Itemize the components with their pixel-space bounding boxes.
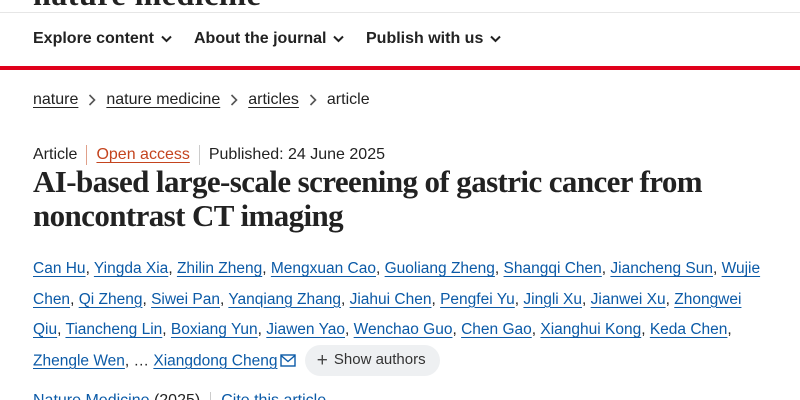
nav-label: Explore content	[33, 30, 154, 47]
nav-about-journal[interactable]: About the journal	[194, 30, 345, 48]
divider	[86, 145, 88, 165]
site-logo[interactable]: nature medicine	[33, 0, 261, 12]
chevron-down-icon	[333, 35, 345, 43]
top-nav: Explore content About the journal Publis…	[0, 12, 800, 67]
author-link[interactable]: Yanqiang Zhang	[228, 291, 341, 308]
cite-this-article-link[interactable]: Cite this article	[221, 392, 326, 400]
article-meta: Article Open access Published: 24 June 2…	[33, 145, 385, 165]
author-link[interactable]: Jingli Xu	[523, 291, 582, 308]
breadcrumb: nature nature medicine articles article	[33, 91, 370, 109]
accent-bar	[0, 66, 800, 70]
nav-label: Publish with us	[366, 30, 484, 47]
author-link[interactable]: Jiawen Yao	[266, 321, 345, 338]
divider	[210, 392, 212, 400]
published-date: Published: 24 June 2025	[208, 146, 385, 163]
breadcrumb-nature-medicine[interactable]: nature medicine	[106, 91, 220, 109]
author-link[interactable]: Boxiang Yun	[171, 321, 258, 338]
chevron-right-icon	[230, 94, 238, 106]
chevron-down-icon	[161, 35, 172, 43]
masthead: nature medicine	[0, 0, 800, 12]
journal-name[interactable]: Nature Medicine	[33, 392, 150, 400]
author-list: Can Hu, Yingda Xia, Zhilin Zheng, Mengxu…	[33, 254, 773, 379]
author-link[interactable]: Qi Zheng	[79, 291, 143, 308]
breadcrumb-current: article	[326, 91, 370, 108]
author-link[interactable]: Shangqi Chen	[504, 260, 602, 277]
article-title: AI-based large-scale screening of gastri…	[33, 164, 703, 233]
article-type: Article	[33, 146, 78, 163]
author-link[interactable]: Pengfei Yu	[440, 291, 515, 308]
author-link[interactable]: Yingda Xia	[94, 260, 168, 277]
breadcrumb-articles[interactable]: articles	[248, 91, 299, 109]
author-link[interactable]: Zhilin Zheng	[177, 260, 262, 277]
author-link[interactable]: Jianwei Xu	[591, 291, 666, 308]
show-authors-button[interactable]: + Show authors	[304, 344, 440, 376]
author-link[interactable]: Jiancheng Sun	[610, 260, 713, 277]
nav-label: About the journal	[194, 30, 327, 47]
author-link[interactable]: Xianghui Kong	[540, 321, 641, 338]
author-link[interactable]: Mengxuan Cao	[271, 260, 376, 277]
author-link[interactable]: Jiahui Chen	[350, 291, 432, 308]
chevron-right-icon	[88, 94, 97, 106]
nav-publish-with-us[interactable]: Publish with us	[366, 30, 502, 48]
email-icon[interactable]	[280, 348, 297, 379]
chevron-right-icon	[309, 94, 317, 106]
plus-icon: +	[316, 349, 328, 371]
author-link[interactable]: Can Hu	[33, 260, 86, 277]
citation-row: Nature Medicine (2025) Cite this article	[33, 392, 326, 400]
author-ellipsis: …	[133, 352, 150, 370]
author-link[interactable]: Wenchao Guo	[354, 321, 453, 338]
author-link[interactable]: Siwei Pan	[151, 291, 220, 308]
author-link[interactable]: Tiancheng Lin	[65, 321, 162, 338]
breadcrumb-nature[interactable]: nature	[33, 91, 78, 109]
corresponding-author-link[interactable]: Xiangdong Cheng	[153, 352, 277, 369]
author-link[interactable]: Chen Gao	[461, 321, 532, 338]
divider	[198, 145, 200, 165]
author-link[interactable]: Zhengle Wen	[33, 352, 125, 369]
nav-explore-content[interactable]: Explore content	[33, 30, 172, 48]
show-authors-label: Show authors	[333, 350, 426, 368]
chevron-down-icon	[490, 35, 502, 43]
author-link[interactable]: Keda Chen	[650, 321, 728, 338]
author-link[interactable]: Guoliang Zheng	[385, 260, 495, 277]
publication-year: (2025)	[154, 392, 200, 400]
open-access-link[interactable]: Open access	[96, 146, 189, 164]
